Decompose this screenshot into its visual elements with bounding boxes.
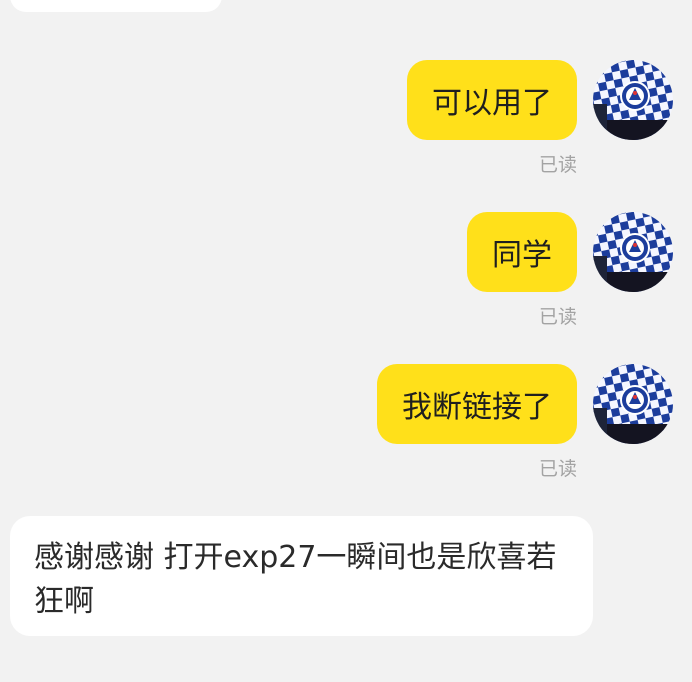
user-avatar[interactable]: [593, 60, 673, 140]
outgoing-message-bubble[interactable]: 同学: [467, 212, 577, 292]
previous-message-bubble: [10, 0, 222, 12]
message-text: 可以用了: [432, 86, 552, 121]
message-text: 我断链接了: [402, 390, 552, 425]
read-status: 已读: [538, 458, 577, 480]
outgoing-message-bubble[interactable]: 可以用了: [407, 60, 577, 140]
user-avatar[interactable]: [593, 212, 673, 292]
chelsea-crest-flag-icon: [593, 212, 673, 292]
user-avatar[interactable]: [593, 364, 673, 444]
read-status: 已读: [538, 306, 577, 328]
incoming-message-bubble[interactable]: 感谢感谢 打开exp27一瞬间也是欣喜若狂啊: [10, 516, 593, 636]
chelsea-crest-flag-icon: [593, 364, 673, 444]
message-text: 感谢感谢 打开exp27一瞬间也是欣喜若狂啊: [34, 540, 557, 619]
chelsea-crest-flag-icon: [593, 60, 673, 140]
message-text: 同学: [492, 238, 552, 273]
outgoing-message-bubble[interactable]: 我断链接了: [377, 364, 577, 444]
read-status: 已读: [538, 154, 577, 176]
